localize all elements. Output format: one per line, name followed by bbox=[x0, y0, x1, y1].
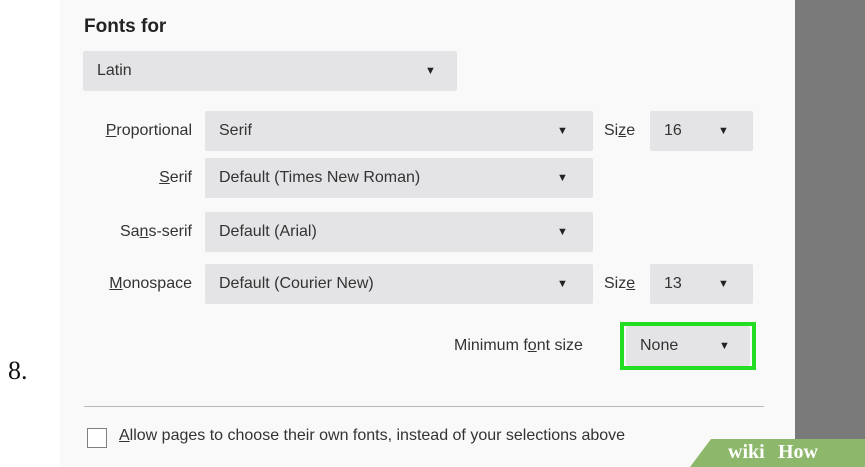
caret-down-icon: ▼ bbox=[425, 65, 436, 77]
proportional-size-select[interactable]: 16 ▼ bbox=[650, 111, 753, 151]
watermark-wiki-text: wiki bbox=[728, 441, 765, 463]
caret-down-icon: ▼ bbox=[557, 125, 568, 137]
wikihow-watermark: wiki How bbox=[690, 439, 865, 467]
serif-value: Default (Times New Roman) bbox=[219, 169, 421, 186]
fonts-for-value: Latin bbox=[97, 62, 132, 79]
proportional-label: Proportional bbox=[105, 122, 192, 139]
monospace-size-value: 13 bbox=[664, 275, 682, 292]
caret-down-icon: ▼ bbox=[557, 226, 568, 238]
minimum-font-size-highlight bbox=[620, 322, 756, 370]
minimum-font-size-label: Minimum font size bbox=[454, 337, 583, 354]
proportional-size-value: 16 bbox=[664, 122, 682, 139]
sans-serif-select[interactable]: Default (Arial) ▼ bbox=[205, 212, 593, 252]
serif-select[interactable]: Default (Times New Roman) ▼ bbox=[205, 158, 593, 198]
proportional-select[interactable]: Serif ▼ bbox=[205, 111, 593, 151]
monospace-size-select[interactable]: 13 ▼ bbox=[650, 264, 753, 304]
proportional-size-label: Size bbox=[604, 122, 636, 139]
caret-down-icon: ▼ bbox=[557, 172, 568, 184]
sans-serif-value: Default (Arial) bbox=[219, 223, 317, 240]
watermark-how-text: How bbox=[778, 441, 818, 463]
proportional-value: Serif bbox=[219, 122, 252, 139]
caret-down-icon: ▼ bbox=[557, 278, 568, 290]
monospace-label: Monospace bbox=[109, 275, 192, 292]
allow-pages-checkbox[interactable] bbox=[87, 428, 107, 448]
caret-down-icon: ▼ bbox=[718, 125, 729, 137]
fonts-for-heading: Fonts for bbox=[84, 16, 167, 37]
serif-label: Serif bbox=[159, 169, 192, 186]
fonts-for-select[interactable]: Latin ▼ bbox=[83, 51, 457, 91]
sans-serif-label: Sans-serif bbox=[119, 223, 192, 240]
step-number: 8. bbox=[8, 356, 28, 385]
monospace-value: Default (Courier New) bbox=[219, 275, 374, 292]
monospace-select[interactable]: Default (Courier New) ▼ bbox=[205, 264, 593, 304]
caret-down-icon: ▼ bbox=[718, 278, 729, 290]
side-panel bbox=[795, 0, 865, 467]
allow-pages-label[interactable]: Allow pages to choose their own fonts, i… bbox=[119, 427, 625, 445]
divider bbox=[84, 406, 764, 407]
monospace-size-label: Size bbox=[604, 275, 636, 292]
